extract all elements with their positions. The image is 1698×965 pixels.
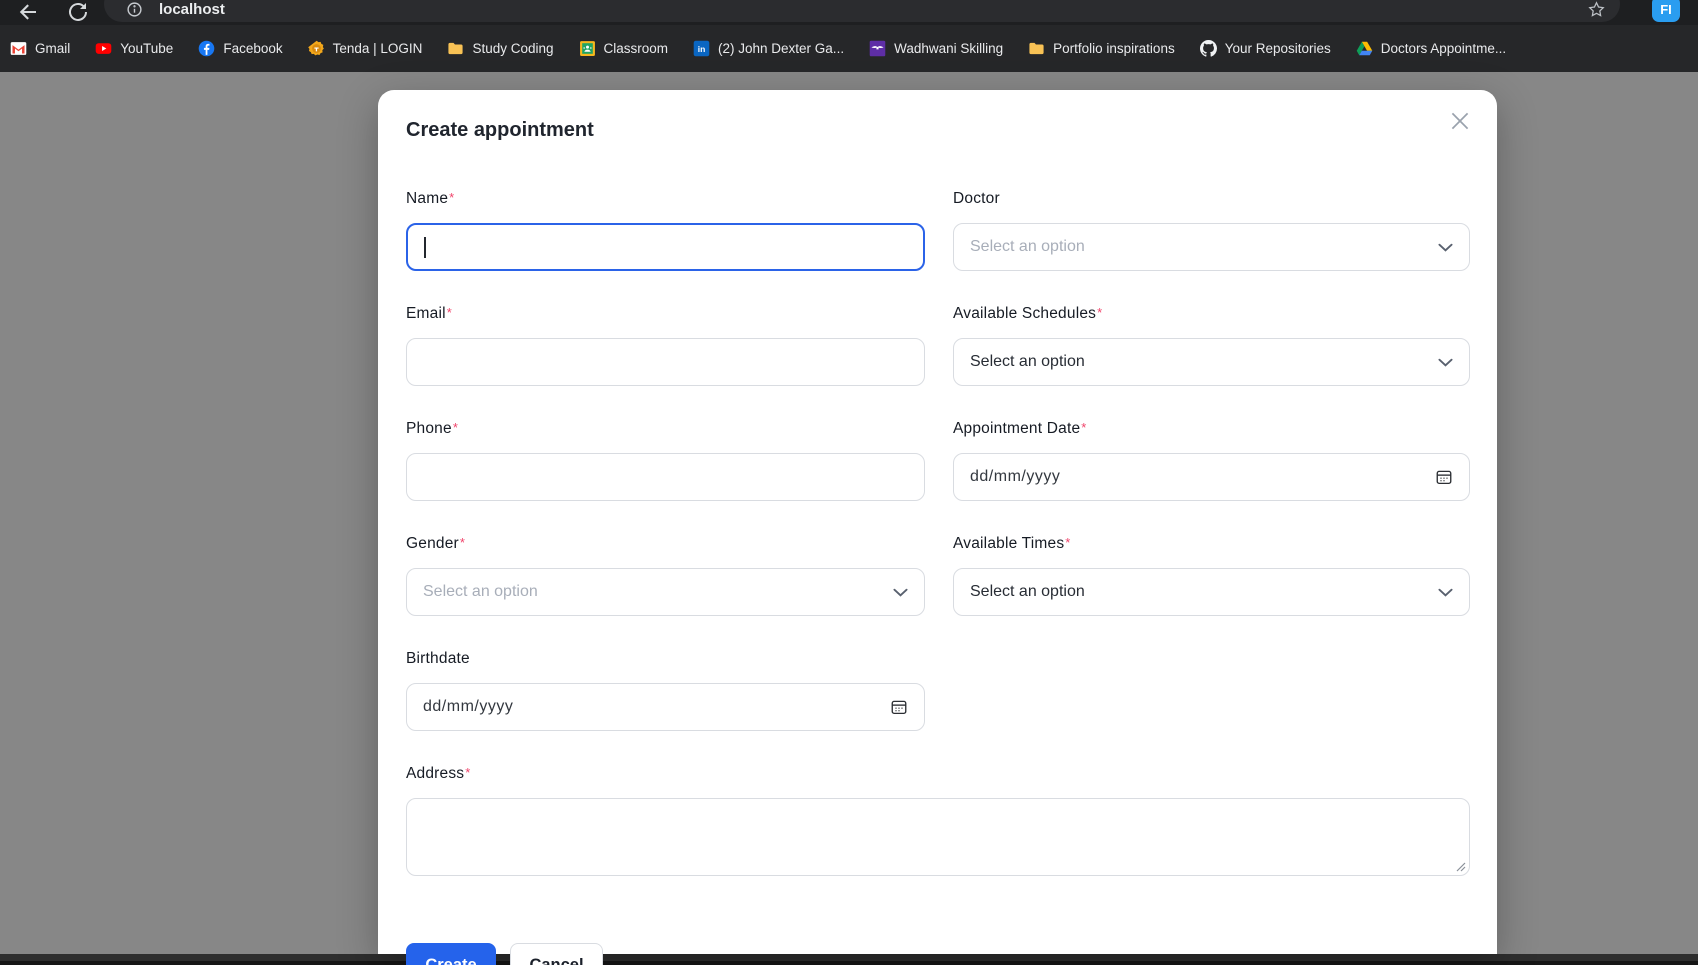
back-icon[interactable]	[16, 0, 40, 24]
drive-icon	[1356, 41, 1373, 56]
chevron-down-icon	[1438, 588, 1453, 597]
bookmark-star-icon[interactable]	[1587, 0, 1606, 19]
phone-input[interactable]	[406, 453, 925, 501]
bookmark-portfolio[interactable]: Portfolio inspirations	[1028, 40, 1175, 57]
close-icon[interactable]	[1447, 108, 1473, 134]
birthdate-label: Birthdate	[406, 650, 470, 667]
bookmarks-bar: Gmail YouTube Facebook Tenda | LOGIN Stu…	[0, 25, 1698, 72]
bookmark-gmail[interactable]: Gmail	[10, 40, 70, 57]
phone-label: Phone*	[406, 420, 459, 437]
gmail-icon	[10, 42, 27, 55]
available-schedules-field-group: Available Schedules* Select an option	[953, 305, 1470, 386]
bookmark-study-coding[interactable]: Study Coding	[447, 40, 554, 57]
bookmark-wadhwani[interactable]: Wadhwani Skilling	[869, 40, 1003, 57]
url-bar[interactable]: localhost	[104, 0, 1620, 22]
required-asterisk: *	[1081, 420, 1087, 435]
facebook-icon	[199, 40, 215, 57]
create-button[interactable]: Create	[406, 943, 496, 965]
classroom-icon	[579, 41, 595, 56]
address-field-group: Address*	[406, 765, 1470, 876]
doctor-field-group: Doctor Select an option	[953, 190, 1470, 271]
required-asterisk: *	[1065, 535, 1071, 550]
chevron-down-icon	[1438, 243, 1453, 252]
email-field-group: Email*	[406, 305, 925, 386]
resize-handle-icon[interactable]	[1456, 862, 1466, 872]
required-asterisk: *	[446, 305, 453, 320]
appointment-date-label: Appointment Date*	[953, 420, 1087, 437]
page-title: Create appointment	[406, 119, 594, 141]
bookmark-repositories[interactable]: Your Repositories	[1199, 40, 1331, 57]
email-label: Email*	[406, 305, 453, 322]
bookmark-linkedin[interactable]: in (2) John Dexter Ga...	[693, 40, 844, 57]
calendar-icon[interactable]	[1435, 468, 1453, 486]
chevron-down-icon	[1438, 358, 1453, 367]
gender-field-group: Gender* Select an option	[406, 535, 925, 616]
folder-icon	[448, 42, 464, 55]
youtube-icon	[95, 43, 112, 54]
bookmark-doctors-appointment[interactable]: Doctors Appointme...	[1356, 40, 1506, 57]
name-input[interactable]	[406, 223, 925, 271]
birthdate-field-group: Birthdate dd/mm/yyyy	[406, 650, 925, 731]
gender-select[interactable]: Select an option	[406, 568, 925, 616]
available-times-select[interactable]: Select an option	[953, 568, 1470, 616]
doctor-select[interactable]: Select an option	[953, 223, 1470, 271]
calendar-icon[interactable]	[890, 698, 908, 716]
bookmark-youtube[interactable]: YouTube	[95, 40, 173, 57]
appointment-date-field-group: Appointment Date* dd/mm/yyyy	[953, 420, 1470, 501]
url-text[interactable]: localhost	[159, 1, 1587, 18]
available-schedules-select[interactable]: Select an option	[953, 338, 1470, 386]
required-asterisk: *	[1097, 305, 1103, 320]
phone-field-group: Phone*	[406, 420, 925, 501]
required-asterisk: *	[452, 420, 459, 435]
github-icon	[1199, 40, 1217, 57]
birthdate-input[interactable]: dd/mm/yyyy	[406, 683, 925, 731]
required-asterisk: *	[465, 765, 471, 780]
name-label: Name*	[406, 190, 455, 207]
address-textarea[interactable]	[406, 798, 1470, 876]
wadhwani-icon	[869, 40, 886, 57]
appointment-form: Name* Doctor Select an option Email* Ava…	[406, 190, 1470, 910]
gender-label: Gender*	[406, 535, 466, 552]
create-appointment-modal: Create appointment Name* Doctor Select a…	[378, 90, 1497, 965]
browser-toolbar: localhost FI	[0, 0, 1698, 25]
available-times-label: Available Times*	[953, 535, 1071, 552]
bookmark-tenda[interactable]: Tenda | LOGIN	[307, 40, 422, 57]
cancel-button[interactable]: Cancel	[510, 943, 603, 965]
text-cursor	[424, 236, 426, 258]
bookmark-facebook[interactable]: Facebook	[198, 40, 283, 57]
folder-icon	[1029, 42, 1044, 55]
spacer-cell	[953, 650, 1470, 731]
name-field-group: Name*	[406, 190, 925, 271]
site-info-icon[interactable]	[126, 1, 143, 18]
svg-text:in: in	[698, 44, 706, 54]
address-label: Address*	[406, 765, 471, 782]
required-asterisk: *	[449, 190, 455, 205]
bookmark-classroom[interactable]: Classroom	[579, 40, 668, 57]
available-schedules-label: Available Schedules*	[953, 305, 1103, 322]
extension-badge[interactable]: FI	[1652, 0, 1680, 22]
email-input[interactable]	[406, 338, 925, 386]
available-times-field-group: Available Times* Select an option	[953, 535, 1470, 616]
doctor-label: Doctor	[953, 190, 1000, 207]
linkedin-icon: in	[693, 40, 710, 57]
reload-icon[interactable]	[66, 0, 90, 24]
chevron-down-icon	[893, 588, 908, 597]
appointment-date-input[interactable]: dd/mm/yyyy	[953, 453, 1470, 501]
tenda-icon	[307, 40, 324, 56]
modal-actions: Create Cancel	[406, 943, 1469, 965]
required-asterisk: *	[459, 535, 466, 550]
